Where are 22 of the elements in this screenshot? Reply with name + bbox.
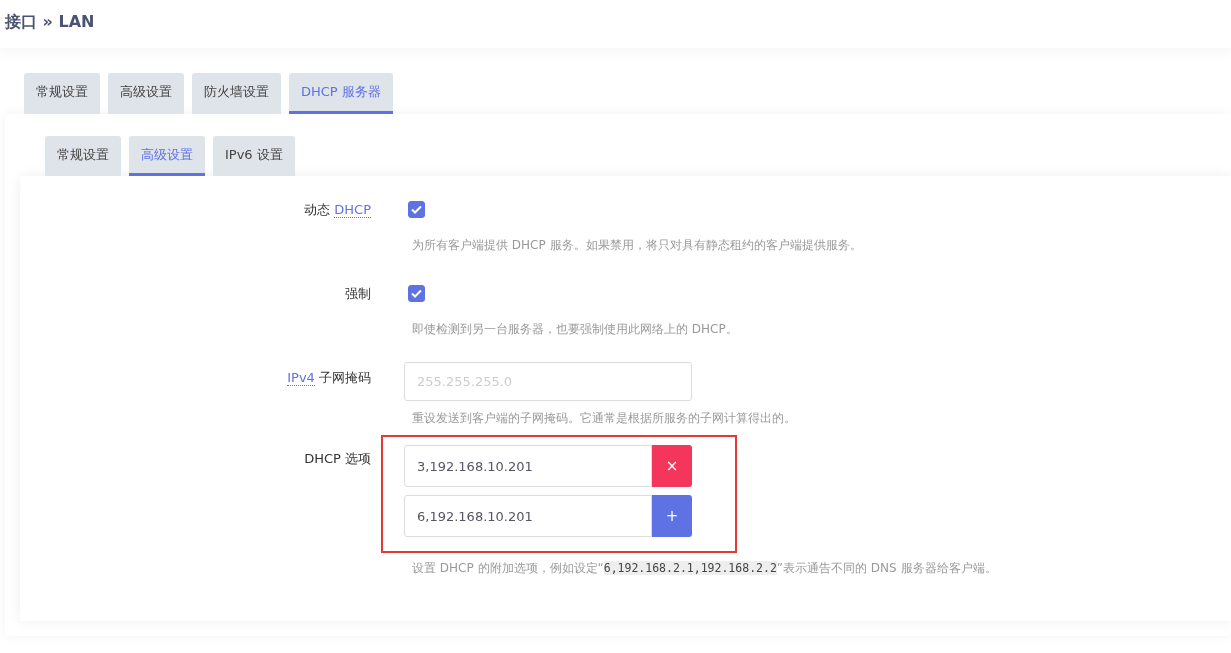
field-label: 强制 [344, 285, 372, 303]
field-label: DHCP 选项 [303, 450, 372, 468]
tab[interactable]: 防火墙设置 [192, 73, 281, 114]
tab[interactable]: 常规设置 [45, 135, 121, 176]
option-field[interactable]: 6,192.168.10.201 [404, 495, 652, 537]
tab[interactable]: IPv6 设置 [213, 135, 295, 176]
page-title: 接口 » LAN [5, 12, 96, 32]
field-label: 动态 DHCP [303, 201, 372, 220]
field-label: IPv4 子网掩码 [286, 369, 372, 388]
help-text: 即使检测到另一台服务器，也要强制使用此网络上的 DHCP。 [411, 321, 739, 338]
option-field[interactable]: 3,192.168.10.201 [404, 445, 652, 487]
check-icon [411, 289, 422, 298]
checkbox[interactable] [408, 201, 425, 218]
add-button[interactable]: + [652, 495, 692, 537]
check-icon [411, 205, 422, 214]
tab[interactable]: 高级设置 [108, 73, 184, 114]
help-text: 设置 DHCP 的附加选项，例如设定“6,192.168.2.1,192.168.2.2”表示通告不同的 DNS 服务器给客户端。 [411, 560, 998, 577]
help-text: 重设发送到客户端的子网掩码。它通常是根据所服务的子网计算得出的。 [411, 410, 797, 427]
remove-button[interactable]: × [652, 445, 692, 487]
checkbox[interactable] [408, 285, 425, 302]
help-text: 为所有客户端提供 DHCP 服务。如果禁用，将只对具有静态租约的客户端提供服务。 [411, 237, 863, 254]
tab[interactable]: 常规设置 [24, 73, 100, 114]
